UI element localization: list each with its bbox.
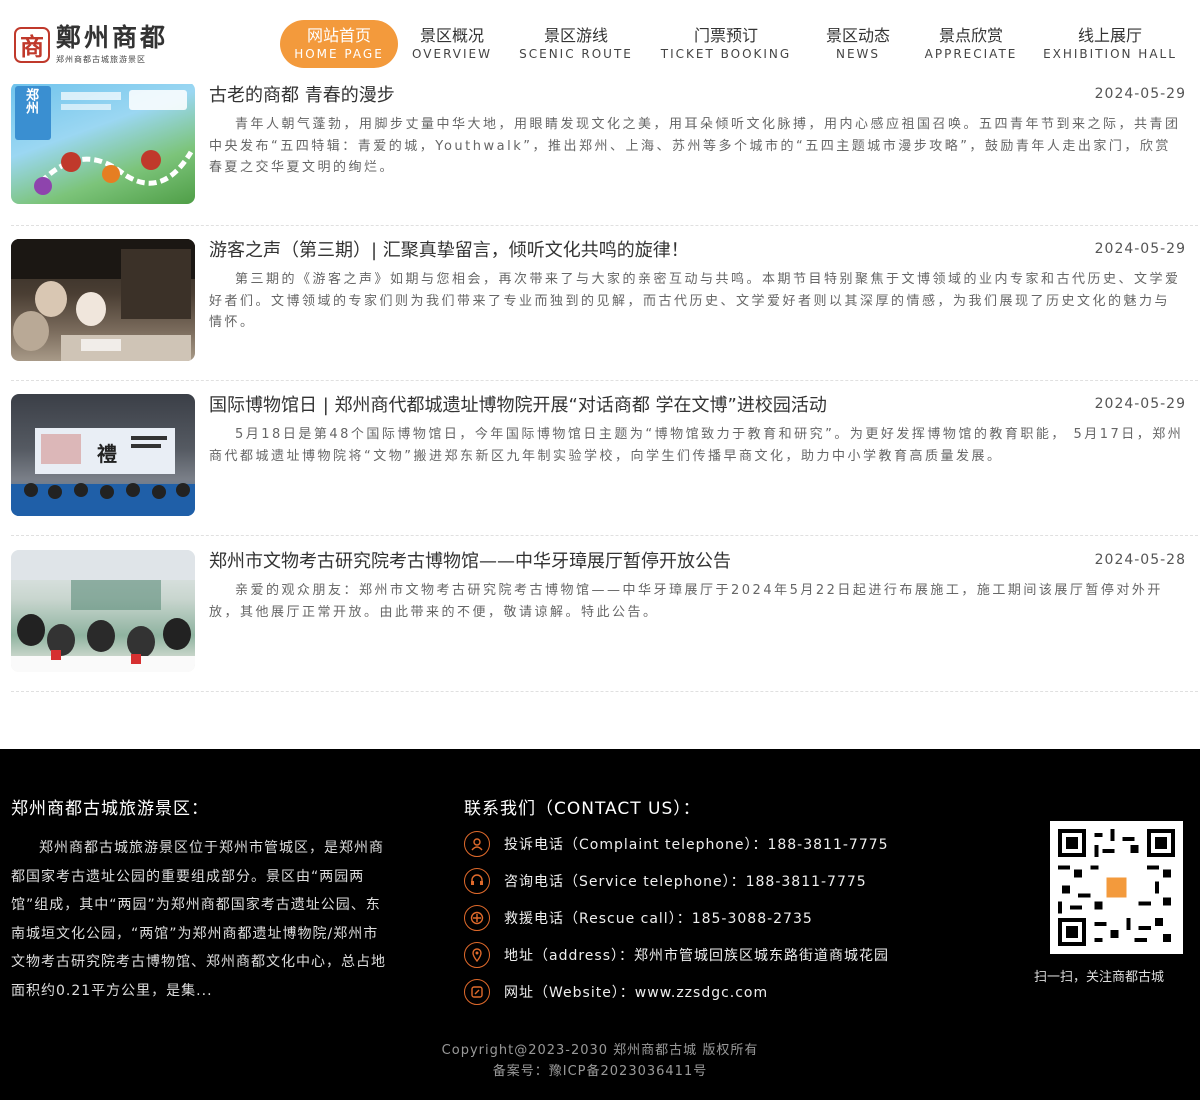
qr-code (1050, 821, 1183, 954)
news-thumbnail[interactable]: 禮 (11, 394, 195, 516)
icp-record[interactable]: 备案号：豫ICP备2023036411号 (0, 1060, 1200, 1079)
news-date: 2024-05-29 (1094, 396, 1186, 412)
contact-complaint: 投诉电话（Complaint telephone）：188-3811-7775 (464, 831, 889, 857)
contact-title: 联系我们（CONTACT US）： (464, 799, 701, 819)
news-item[interactable]: 游客之声（第三期）| 汇聚真挚留言，倾听文化共鸣的旋律！ 2024-05-29 … (11, 239, 1198, 381)
nav-exhibition-hall[interactable]: 线上展厅 EXHIBITION HALL (1042, 20, 1178, 68)
news-thumbnail[interactable]: 郑州 (11, 82, 195, 204)
nav-overview[interactable]: 景区概况 OVERVIEW (408, 20, 496, 68)
rescue-icon (464, 905, 490, 931)
contact-address: 地址（address）：郑州市管城回族区城东路街道商城花园 (464, 942, 889, 968)
news-title[interactable]: 郑州市文物考古研究院考古博物馆——中华牙璋展厅暂停开放公告 (209, 550, 731, 574)
news-date: 2024-05-28 (1094, 552, 1186, 568)
copyright: Copyright@2023-2030 郑州商都古城 版权所有 (441, 1043, 759, 1058)
thumbnail-caption: 郑州 (23, 88, 38, 114)
about-text: 郑州商都古城旅游景区位于郑州市管城区，是郑州商都国家考古遗址公园的重要组成部分。… (11, 840, 386, 999)
nav-news[interactable]: 景区动态 NEWS (816, 20, 900, 68)
nav-scenic-route[interactable]: 景区游线 SCENIC ROUTE (516, 20, 636, 68)
contact-service: 咨询电话（Service telephone）：188-3811-7775 (464, 868, 867, 894)
students-exhibition-photo-icon (11, 550, 195, 672)
news-date: 2024-05-29 (1094, 241, 1186, 257)
news-summary: 5月18日是第48个国际博物馆日，今年国际博物馆日主题为“博物馆致力于教育和研究… (209, 427, 1184, 464)
site-logo[interactable]: 商 鄭州商都 郑州商都古城旅游景区 (14, 24, 168, 65)
contact-rescue: 救援电话（Rescue call）：185-3088-2735 (464, 905, 813, 931)
headset-icon (464, 868, 490, 894)
news-thumbnail[interactable] (11, 239, 195, 361)
news-title[interactable]: 游客之声（第三期）| 汇聚真挚留言，倾听文化共鸣的旋律！ (209, 239, 689, 263)
website-icon (464, 979, 490, 1005)
news-item[interactable]: 禮 国际博物馆日 | 郑州商代都城遗址博物院开展“对话商都 学在文博”进校园活动… (11, 394, 1198, 536)
qr-code-icon (1058, 829, 1175, 946)
news-item[interactable]: 郑州市文物考古研究院考古博物馆——中华牙璋展厅暂停开放公告 2024-05-28… (11, 550, 1198, 692)
logo-subtitle: 郑州商都古城旅游景区 (56, 55, 146, 64)
logo-seal-icon: 商 (14, 26, 50, 63)
nav-home[interactable]: 网站首页 HOME PAGE (280, 20, 398, 68)
contact-website[interactable]: 网址（Website）：www.zzsdgc.com (464, 979, 768, 1005)
news-title[interactable]: 国际博物馆日 | 郑州商代都城遗址博物院开展“对话商都 学在文博”进校园活动 (209, 394, 827, 418)
news-thumbnail[interactable] (11, 550, 195, 672)
nav-ticket-booking[interactable]: 门票预订 TICKET BOOKING (656, 20, 796, 68)
complaint-icon (464, 831, 490, 857)
news-summary: 青年人朝气蓬勃，用脚步丈量中华大地，用眼睛发现文化之美，用耳朵倾听文化脉搏，用内… (209, 117, 1181, 175)
logo-title: 鄭州商都 (56, 23, 169, 52)
visitors-photo-icon (11, 239, 195, 361)
news-summary: 第三期的《游客之声》如期与您相会，再次带来了与大家的亲密互动与共鸣。本期节目特别… (209, 272, 1181, 330)
site-header: 商 鄭州商都 郑州商都古城旅游景区 网站首页 HOME PAGE 景区概况 OV… (0, 0, 1200, 84)
news-summary: 亲爱的观众朋友：郑州市文物考古研究院考古博物馆——中华牙璋展厅于2024年5月2… (209, 583, 1163, 620)
nav-appreciate[interactable]: 景点欣赏 APPRECIATE (920, 20, 1022, 68)
about-title: 郑州商都古城旅游景区： (11, 799, 209, 819)
thumbnail-caption: 禮 (97, 442, 117, 466)
location-icon (464, 942, 490, 968)
news-date: 2024-05-29 (1094, 86, 1186, 102)
news-title[interactable]: 古老的商都 青春的漫步 (209, 84, 395, 108)
qr-caption: 扫一扫，关注商都古城 (1034, 970, 1165, 985)
site-footer: 郑州商都古城旅游景区： 郑州商都古城旅游景区位于郑州市管城区，是郑州商都国家考古… (0, 749, 1200, 1100)
news-item[interactable]: 郑州 古老的商都 青春的漫步 2024-05-29 青年人朝气蓬勃，用脚步丈量中… (11, 82, 1198, 226)
